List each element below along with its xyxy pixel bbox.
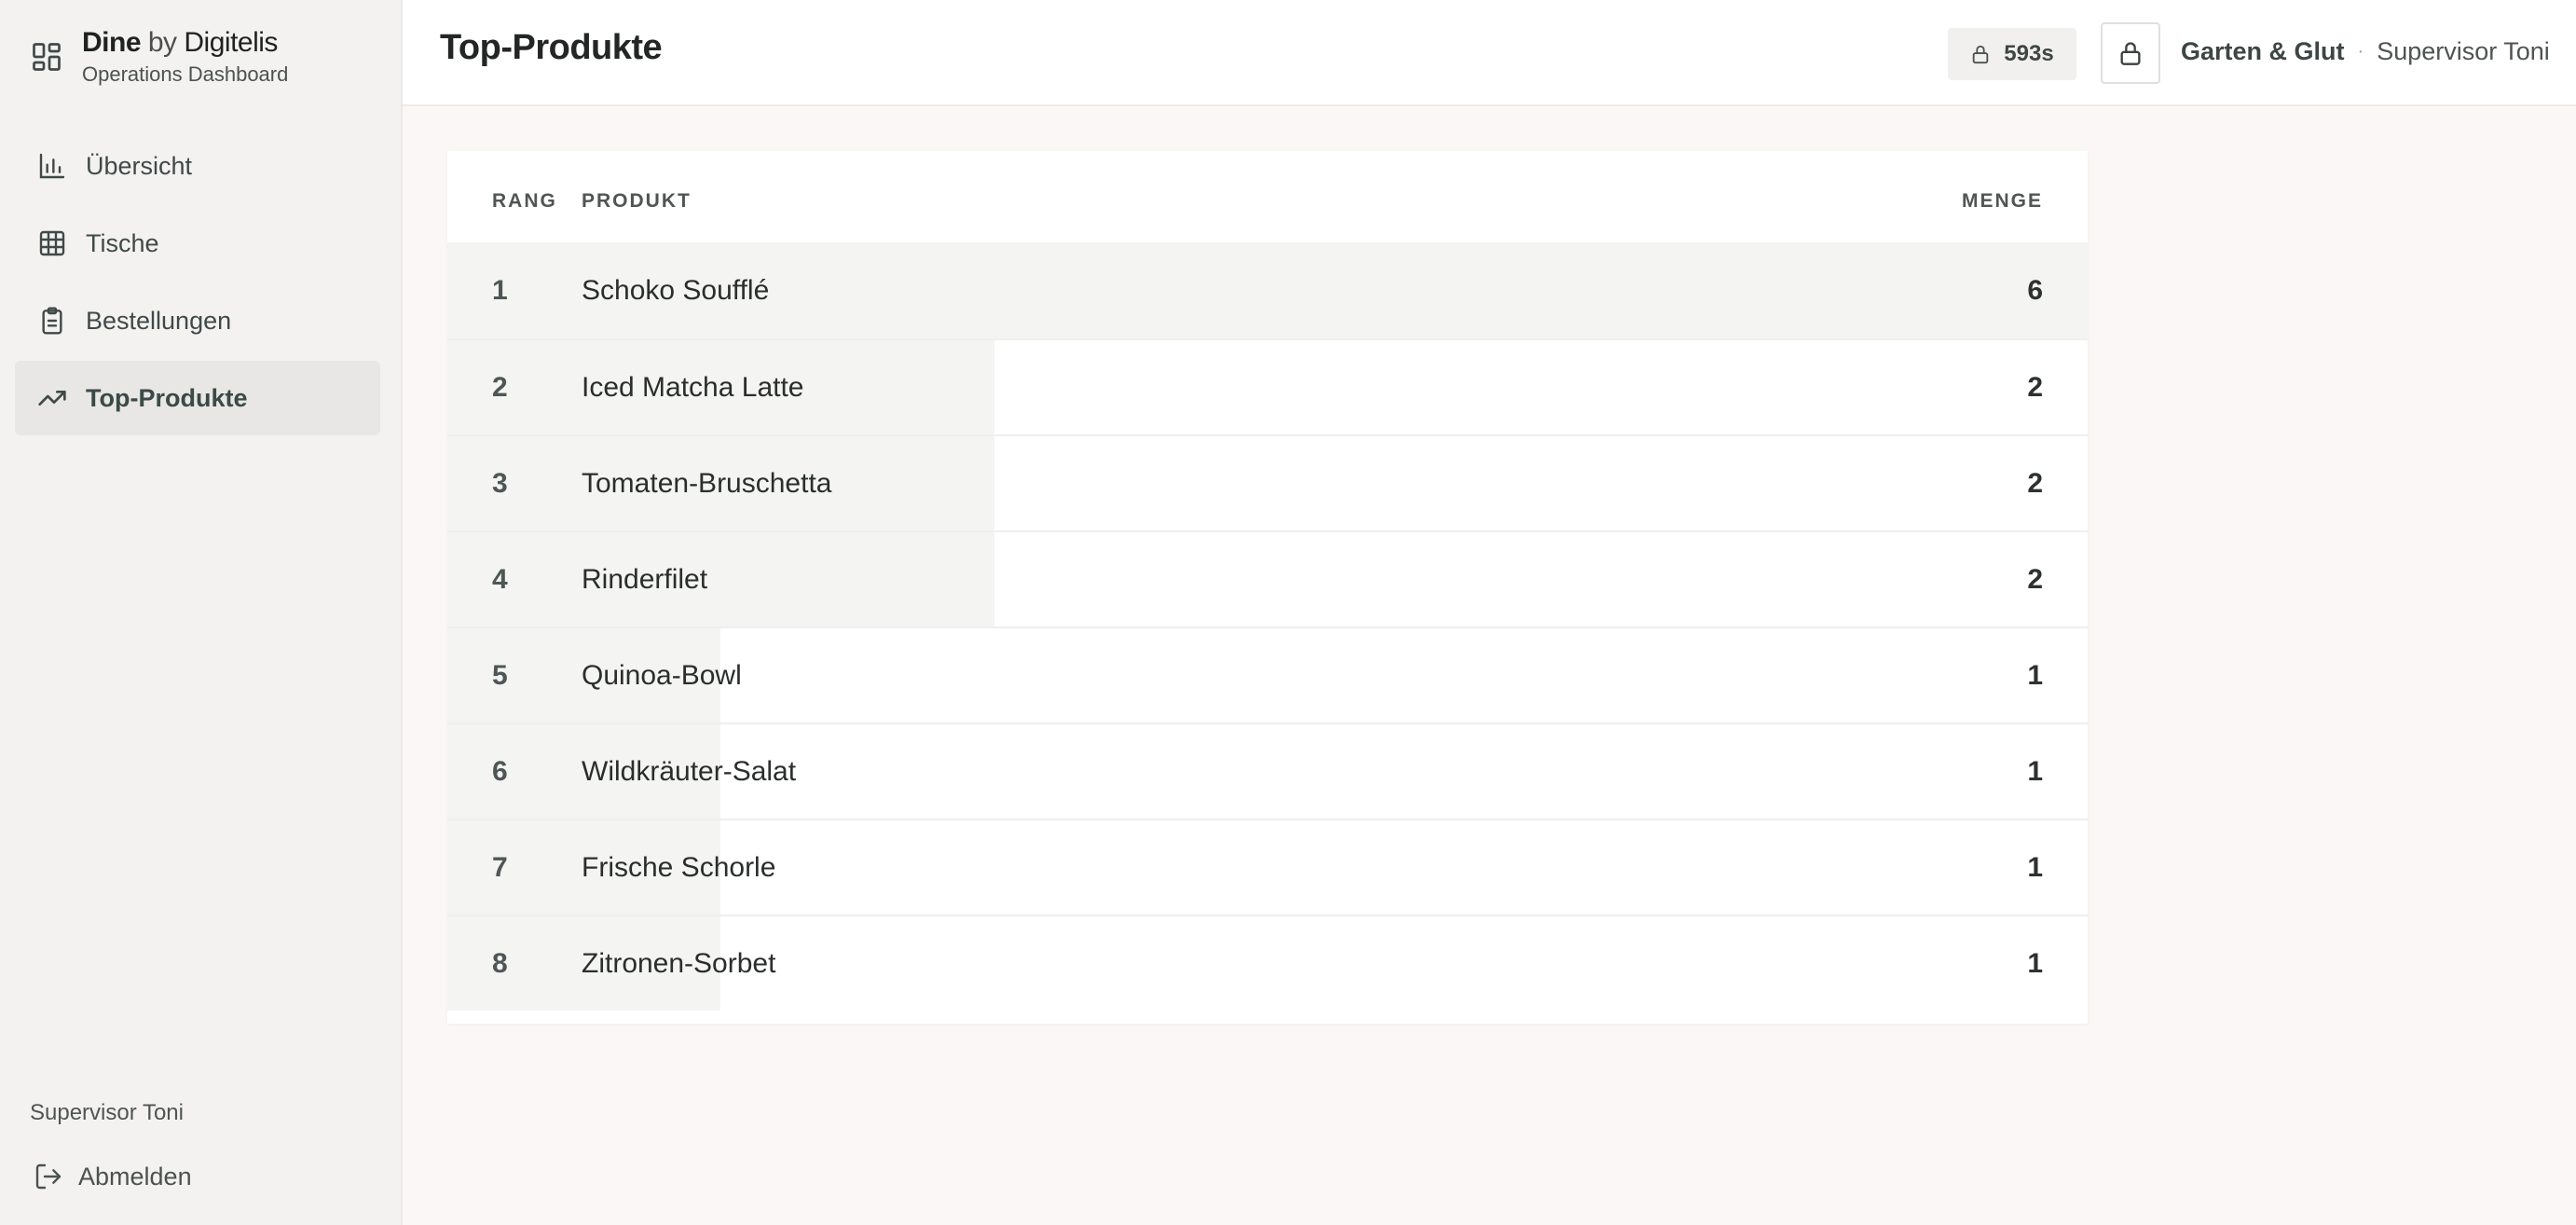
quantity-cell: 1 bbox=[2027, 659, 2043, 691]
rank-cell: 1 bbox=[492, 274, 508, 306]
clipboard-icon bbox=[42, 307, 62, 335]
product-name-cell: Schoko Soufflé bbox=[582, 274, 770, 306]
rank-cell: 8 bbox=[492, 947, 508, 979]
top-header: Top-Produkte 593s Garten & Glut · Superv… bbox=[403, 0, 2576, 106]
sidebar-item-uebersicht[interactable]: Übersicht bbox=[15, 129, 380, 203]
table-body: 1 Schoko Soufflé 6 2 Iced Matcha Latte 2 3 Toma… bbox=[447, 242, 2088, 1011]
quantity-cell: 6 bbox=[2027, 274, 2043, 306]
product-name-cell: Tomaten-Bruschetta bbox=[582, 467, 832, 499]
sidebar-item-label: Tische bbox=[86, 228, 159, 257]
quantity-cell: 2 bbox=[2027, 371, 2043, 403]
table-row[interactable]: 4 Rinderfilet 2 bbox=[447, 530, 2088, 626]
lock-icon bbox=[2120, 42, 2141, 65]
sidebar: Dine by Digitelis Operations Dashboard Ü… bbox=[0, 0, 403, 1225]
table-row[interactable]: 6 Wildkräuter-Salat 1 bbox=[447, 723, 2088, 819]
sidebar-item-top-produkte[interactable]: Top-Produkte bbox=[15, 361, 380, 435]
separator: · bbox=[2357, 41, 2364, 62]
sidebar-item-label: Top-Produkte bbox=[86, 383, 248, 412]
rank-cell: 2 bbox=[492, 371, 508, 403]
rank-cell: 4 bbox=[492, 563, 508, 595]
rank-cell: 5 bbox=[492, 659, 508, 691]
lock-button[interactable] bbox=[2101, 22, 2160, 84]
top-products-table: RANG PRODUKT MENGE 1 Schoko Soufflé 6 2 Iced… bbox=[447, 151, 2088, 1024]
quantity-cell: 1 bbox=[2027, 947, 2043, 979]
timer-value: 593s bbox=[2004, 41, 2054, 66]
restaurant-name: Garten & Glut bbox=[2181, 37, 2345, 65]
sidebar-item-label: Übersicht bbox=[86, 151, 193, 180]
column-header-rank: RANG bbox=[492, 190, 557, 212]
header-user-name: Supervisor Toni bbox=[2377, 37, 2550, 65]
product-name-cell: Wildkräuter-Salat bbox=[582, 755, 797, 787]
brand[interactable]: Dine by Digitelis Operations Dashboard bbox=[30, 26, 288, 88]
table-row[interactable]: 2 Iced Matcha Latte 2 bbox=[447, 338, 2088, 434]
grid-table-icon bbox=[39, 230, 65, 256]
quantity-cell: 2 bbox=[2027, 563, 2043, 595]
rank-cell: 3 bbox=[492, 467, 508, 499]
product-name-cell: Iced Matcha Latte bbox=[582, 371, 804, 403]
sidebar-item-tische[interactable]: Tische bbox=[15, 206, 380, 281]
table-header: RANG PRODUKT MENGE bbox=[447, 151, 2088, 242]
column-header-product: PRODUKT bbox=[582, 190, 692, 212]
table-row[interactable]: 7 Frische Schorle 1 bbox=[447, 819, 2088, 915]
brand-subtitle: Operations Dashboard bbox=[82, 62, 289, 86]
dashboard-grid-icon bbox=[33, 43, 61, 71]
table-row[interactable]: 5 Quinoa-Bowl 1 bbox=[447, 626, 2088, 723]
quantity-cell: 1 bbox=[2027, 851, 2043, 883]
sidebar-nav: Übersicht Tische Bestellungen Top-Produk… bbox=[15, 129, 380, 438]
sidebar-user-name: Supervisor Toni bbox=[30, 1100, 184, 1125]
table-row[interactable]: 8 Zitronen-Sorbet 1 bbox=[447, 915, 2088, 1011]
quantity-cell: 1 bbox=[2027, 755, 2043, 787]
product-name-cell: Frische Schorle bbox=[582, 851, 776, 883]
lock-icon bbox=[1973, 45, 1989, 64]
quantity-bar bbox=[447, 532, 994, 626]
bar-chart-icon bbox=[39, 153, 65, 179]
logout-icon bbox=[35, 1163, 62, 1190]
header-context: Garten & Glut · Supervisor Toni bbox=[2181, 37, 2550, 66]
logout-button[interactable]: Abmelden bbox=[34, 1156, 192, 1197]
session-timer-badge: 593s bbox=[1948, 28, 2076, 80]
sidebar-item-label: Bestellungen bbox=[86, 306, 232, 335]
product-name-cell: Rinderfilet bbox=[582, 563, 708, 595]
page-title: Top-Produkte bbox=[440, 28, 663, 67]
brand-name: Dine by Digitelis bbox=[82, 27, 278, 58]
table-row[interactable]: 3 Tomaten-Bruschetta 2 bbox=[447, 434, 2088, 530]
rank-cell: 6 bbox=[492, 755, 508, 787]
product-name-cell: Zitronen-Sorbet bbox=[582, 947, 776, 979]
rank-cell: 7 bbox=[492, 851, 508, 883]
product-name-cell: Quinoa-Bowl bbox=[582, 659, 742, 691]
sidebar-item-bestellungen[interactable]: Bestellungen bbox=[15, 283, 380, 358]
trending-up-icon bbox=[38, 391, 66, 406]
table-row[interactable]: 1 Schoko Soufflé 6 bbox=[447, 242, 2088, 338]
logout-label: Abmelden bbox=[78, 1162, 192, 1191]
column-header-quantity: MENGE bbox=[1961, 190, 2043, 212]
quantity-cell: 2 bbox=[2027, 467, 2043, 499]
